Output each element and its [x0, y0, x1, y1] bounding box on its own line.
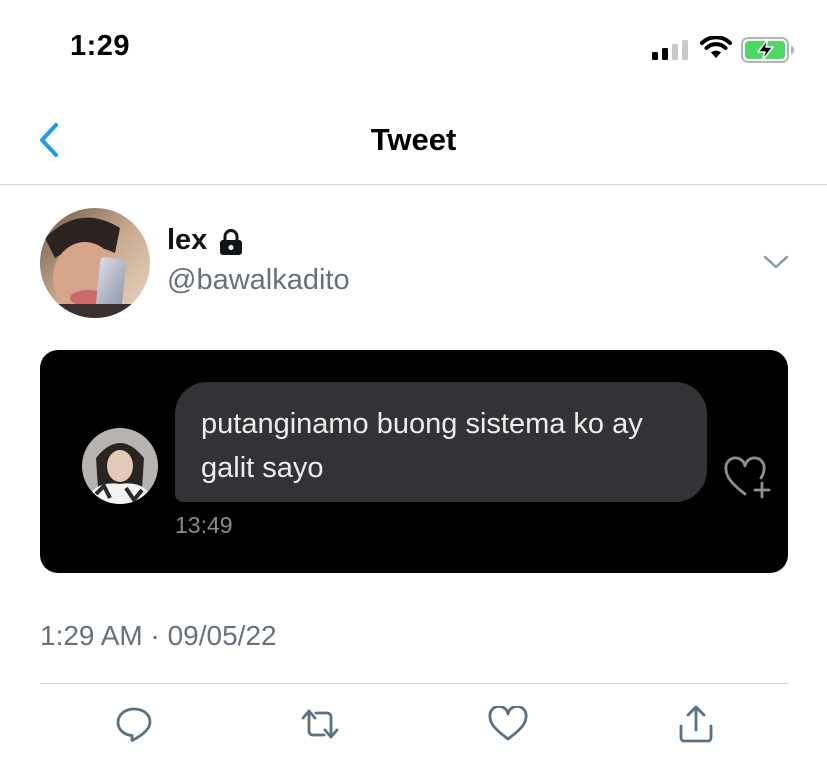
- author-handle[interactable]: @bawalkadito: [167, 264, 350, 297]
- dm-message-bubble: putanginamo buong sistema ko ay galit sa…: [175, 382, 707, 502]
- chevron-down-icon[interactable]: [763, 254, 789, 270]
- heart-plus-icon: [724, 456, 771, 499]
- display-name[interactable]: lex: [167, 224, 207, 257]
- divider: [40, 683, 788, 684]
- share-icon[interactable]: [674, 702, 718, 746]
- status-bar: 1:29: [0, 0, 827, 90]
- dm-message-text: putanginamo buong sistema ko ay galit sa…: [201, 408, 643, 484]
- avatar[interactable]: [40, 208, 150, 318]
- nav-header: Tweet: [0, 100, 827, 185]
- dm-message-time: 13:49: [175, 512, 233, 538]
- like-icon[interactable]: [486, 702, 530, 746]
- author-name-row: lex: [167, 224, 245, 257]
- page-title: Tweet: [370, 122, 457, 157]
- battery-charging-icon: [741, 37, 794, 63]
- lock-icon: [220, 228, 243, 255]
- retweet-icon[interactable]: [298, 702, 342, 746]
- dm-avatar: [82, 428, 158, 504]
- tweet-media[interactable]: putanginamo buong sistema ko ay galit sa…: [40, 350, 788, 573]
- status-time: 1:29: [70, 30, 131, 62]
- signal-icon: [652, 40, 688, 60]
- wifi-icon: [700, 36, 732, 58]
- tweet-timestamp[interactable]: 1:29 AM · 09/05/22: [40, 620, 277, 652]
- reply-icon[interactable]: [112, 702, 156, 746]
